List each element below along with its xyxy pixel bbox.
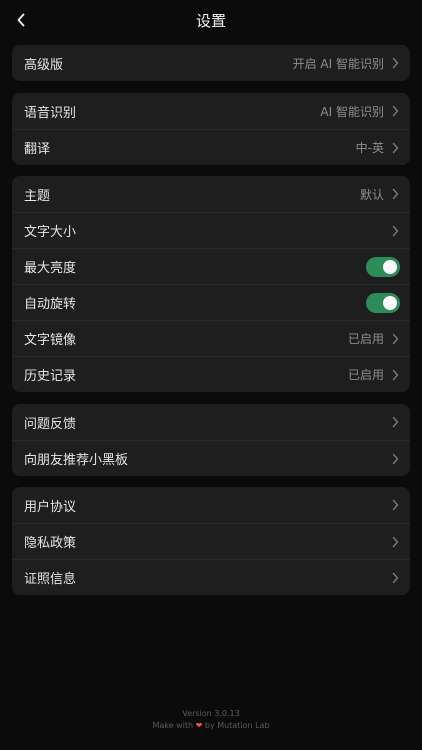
chevron-right-icon [390,368,400,382]
chevron-right-icon [390,535,400,549]
toggle-knob [383,259,397,274]
row-label: 文字大小 [24,225,77,240]
row-auto-rotate: 自动旋转 [12,284,410,320]
row-premium[interactable]: 高级版 开启 AI 智能识别 [12,45,410,81]
chevron-right-icon [390,104,400,118]
row-label: 用户协议 [24,499,77,515]
chevron-right-icon [390,187,400,201]
made-with-prefix: Make with [152,721,194,730]
group-premium: 高级版 开启 AI 智能识别 [12,45,410,81]
group-display: 主题 默认 文字大小 最大亮度 自动旋转 文字镜像 已启用 历史记录 已启用 [12,176,410,392]
heart-icon: ❤ [195,721,203,730]
row-license-info[interactable]: 证照信息 [12,559,410,595]
group-legal: 用户协议 隐私政策 证照信息 [12,487,410,595]
row-label: 主题 [24,188,51,204]
row-value: 已启用 [347,368,384,382]
row-history[interactable]: 历史记录 已启用 [12,356,410,392]
row-value: AI 智能识别 [320,104,384,119]
footer: Version 3.0.13 Make with ❤ by Mutation L… [0,708,422,732]
chevron-right-icon [390,571,400,585]
row-recommend[interactable]: 向朋友推荐小黑板 [12,440,410,476]
row-label: 语音识别 [24,105,77,121]
row-value: 默认 [359,187,384,202]
chevron-right-icon [390,452,400,466]
toggle-knob [383,295,397,310]
row-label: 最大亮度 [24,261,77,276]
chevron-right-icon [390,332,400,346]
page-title: 设置 [195,12,226,30]
version-text: Version 3.0.13 [182,709,240,718]
row-theme[interactable]: 主题 默认 [12,176,410,212]
row-label: 问题反馈 [24,416,77,432]
row-label: 文字镜像 [24,333,77,348]
row-label: 向朋友推荐小黑板 [24,453,129,468]
group-feedback: 问题反馈 向朋友推荐小黑板 [12,404,410,476]
row-label: 高级版 [24,57,64,73]
row-label: 隐私政策 [24,536,77,551]
row-max-brightness: 最大亮度 [12,248,410,284]
row-label: 自动旋转 [24,297,77,312]
row-value: 开启 AI 智能识别 [292,56,384,71]
chevron-right-icon [390,141,400,155]
row-value: 已启用 [347,332,384,346]
header-bar: 设置 [0,0,422,40]
row-feedback[interactable]: 问题反馈 [12,404,410,440]
group-recognition: 语音识别 AI 智能识别 翻译 中-英 [12,93,410,165]
made-with-suffix: by Mutation Lab [204,721,270,730]
row-value: 中-英 [355,141,384,155]
row-speech-recognition[interactable]: 语音识别 AI 智能识别 [12,93,410,129]
row-text-mirror[interactable]: 文字镜像 已启用 [12,320,410,356]
row-privacy-policy[interactable]: 隐私政策 [12,523,410,559]
chevron-right-icon [390,415,400,429]
row-translate[interactable]: 翻译 中-英 [12,129,410,165]
chevron-right-icon [390,56,400,70]
max-brightness-toggle[interactable] [366,256,400,277]
row-user-agreement[interactable]: 用户协议 [12,487,410,523]
auto-rotate-toggle[interactable] [366,292,400,313]
row-label: 证照信息 [24,572,77,587]
row-label: 翻译 [24,142,51,157]
chevron-right-icon [390,498,400,512]
row-font-size[interactable]: 文字大小 [12,212,410,248]
chevron-right-icon [390,224,400,238]
row-label: 历史记录 [24,369,77,384]
made-with-text: Make with ❤ by Mutation Lab [0,720,422,732]
